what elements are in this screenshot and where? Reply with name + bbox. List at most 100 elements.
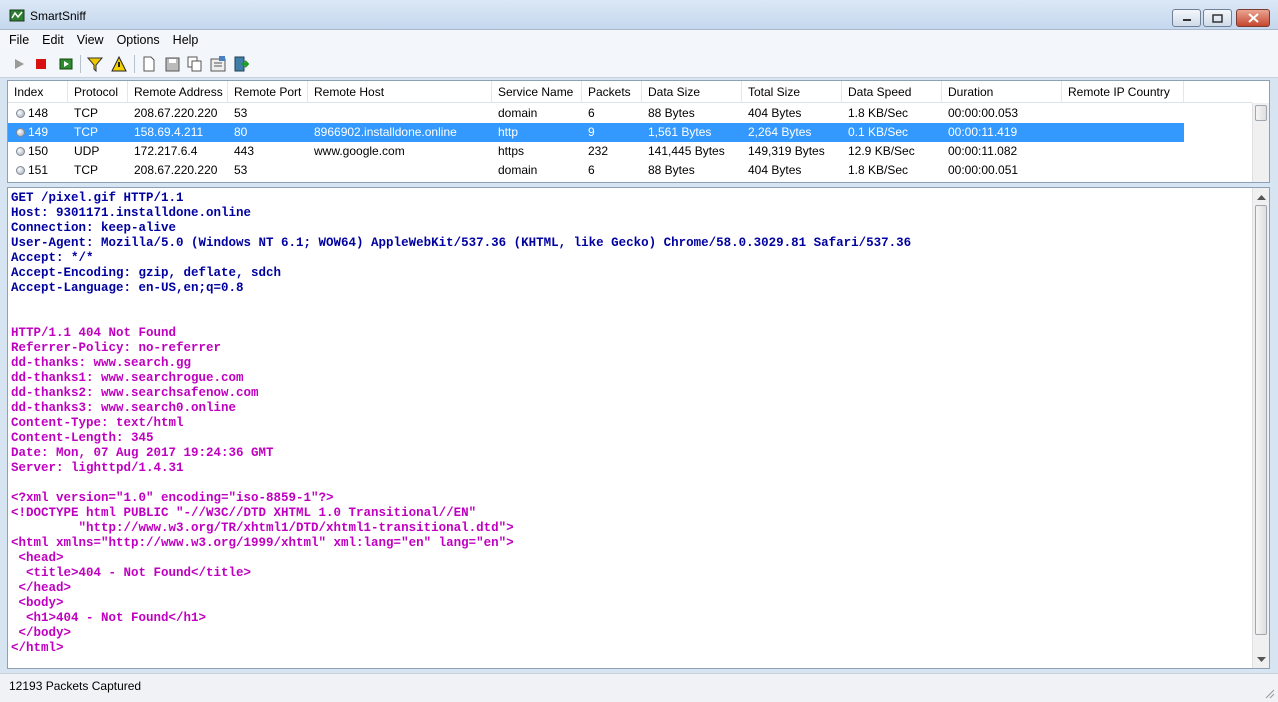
filter-icon[interactable] bbox=[86, 55, 104, 73]
cell-packets: 9 bbox=[588, 125, 595, 139]
request-line: Accept: */* bbox=[11, 251, 94, 265]
column-total-size[interactable]: Total Size bbox=[742, 81, 842, 103]
cell-packets: 232 bbox=[588, 144, 609, 158]
column-service-name[interactable]: Service Name bbox=[492, 81, 582, 103]
cell-data-size: 141,445 Bytes bbox=[648, 144, 725, 158]
request-line: Accept-Encoding: gzip, deflate, sdch bbox=[11, 266, 282, 280]
response-line: Content-Length: 345 bbox=[11, 431, 154, 445]
cell-duration: 00:00:00.053 bbox=[948, 106, 1019, 120]
table-row[interactable]: 151 TCP 208.67.220.220 53 domain 6 88 By… bbox=[8, 161, 1184, 180]
save-icon[interactable] bbox=[163, 55, 181, 73]
column-duration[interactable]: Duration bbox=[942, 81, 1062, 103]
table-row-selected[interactable]: 149 TCP 158.69.4.211 80 8966902.installd… bbox=[8, 123, 1184, 142]
packets-captured-status: 12193 Packets Captured bbox=[9, 679, 142, 693]
toolbar bbox=[0, 50, 1278, 78]
cell-duration: 00:00:00.051 bbox=[948, 163, 1019, 177]
scroll-down-icon[interactable] bbox=[1257, 655, 1266, 664]
column-protocol[interactable]: Protocol bbox=[68, 81, 128, 103]
list-scrollbar[interactable] bbox=[1252, 103, 1269, 182]
cell-protocol: TCP bbox=[74, 106, 98, 120]
scroll-up-icon[interactable] bbox=[1257, 192, 1266, 201]
content-scrollbar-thumb[interactable] bbox=[1255, 205, 1267, 635]
response-line: <html xmlns="http://www.w3.org/1999/xhtm… bbox=[11, 536, 514, 550]
cell-index: 148 bbox=[28, 106, 49, 120]
column-data-speed[interactable]: Data Speed bbox=[842, 81, 942, 103]
response-line: dd-thanks1: www.searchrogue.com bbox=[11, 371, 244, 385]
cell-service-name: http bbox=[498, 125, 519, 139]
cell-remote-address: 172.217.6.4 bbox=[134, 144, 198, 158]
menu-help[interactable]: Help bbox=[173, 33, 199, 47]
response-line: dd-thanks: www.search.gg bbox=[11, 356, 192, 370]
cell-remote-host: www.google.com bbox=[314, 144, 405, 158]
request-line: User-Agent: Mozilla/5.0 (Windows NT 6.1;… bbox=[11, 236, 912, 250]
menu-bar: File Edit View Options Help bbox=[0, 30, 1278, 50]
menu-edit[interactable]: Edit bbox=[42, 33, 64, 47]
menu-file[interactable]: File bbox=[9, 33, 29, 47]
cell-data-speed: 1.8 KB/Sec bbox=[848, 106, 909, 120]
cell-remote-port: 443 bbox=[234, 144, 255, 158]
column-packets[interactable]: Packets bbox=[582, 81, 642, 103]
content-scrollbar[interactable] bbox=[1252, 188, 1269, 668]
packet-list[interactable]: Index Protocol Remote Address Remote Por… bbox=[7, 80, 1270, 183]
cell-protocol: TCP bbox=[74, 125, 98, 139]
close-button[interactable] bbox=[1236, 9, 1270, 27]
cell-packets: 6 bbox=[588, 106, 595, 120]
warning-icon[interactable] bbox=[110, 55, 128, 73]
column-remote-host[interactable]: Remote Host bbox=[308, 81, 492, 103]
response-line: Content-Type: text/html bbox=[11, 416, 184, 430]
table-row[interactable]: 148 TCP 208.67.220.220 53 domain 6 88 By… bbox=[8, 104, 1184, 123]
request-line: Accept-Language: en-US,en;q=0.8 bbox=[11, 281, 244, 295]
cell-remote-address: 208.67.220.220 bbox=[134, 163, 218, 177]
request-line: GET /pixel.gif HTTP/1.1 bbox=[11, 191, 184, 205]
stop-icon[interactable] bbox=[32, 55, 50, 73]
response-line: Referrer-Policy: no-referrer bbox=[11, 341, 222, 355]
response-line: "http://www.w3.org/TR/xhtml1/DTD/xhtml1-… bbox=[11, 521, 514, 535]
copy-icon[interactable] bbox=[186, 55, 204, 73]
response-line: dd-thanks3: www.search0.online bbox=[11, 401, 237, 415]
exit-icon[interactable] bbox=[232, 55, 250, 73]
cell-total-size: 404 Bytes bbox=[748, 163, 802, 177]
column-data-size[interactable]: Data Size bbox=[642, 81, 742, 103]
cell-protocol: TCP bbox=[74, 163, 98, 177]
response-line: </head> bbox=[11, 581, 72, 595]
cell-index: 149 bbox=[28, 125, 49, 139]
menu-options[interactable]: Options bbox=[117, 33, 160, 47]
column-index[interactable]: Index bbox=[8, 81, 68, 103]
list-scrollbar-thumb[interactable] bbox=[1255, 105, 1267, 121]
cell-protocol: UDP bbox=[74, 144, 100, 158]
cell-duration: 00:00:11.082 bbox=[948, 144, 1018, 158]
column-remote-ip-country[interactable]: Remote IP Country bbox=[1062, 81, 1184, 103]
play-icon[interactable] bbox=[10, 55, 28, 73]
cell-index: 150 bbox=[28, 144, 49, 158]
cell-total-size: 404 Bytes bbox=[748, 106, 802, 120]
cell-packets: 6 bbox=[588, 163, 595, 177]
start-capture-icon[interactable] bbox=[57, 55, 75, 73]
stream-content-pane[interactable]: GET /pixel.gif HTTP/1.1 Host: 9301171.ins… bbox=[7, 187, 1270, 669]
stream-text: GET /pixel.gif HTTP/1.1 Host: 9301171.ins… bbox=[11, 191, 1249, 656]
response-line: HTTP/1.1 404 Not Found bbox=[11, 326, 177, 340]
cell-remote-host bbox=[308, 161, 492, 180]
resize-grip-icon[interactable] bbox=[1263, 687, 1275, 699]
column-remote-address[interactable]: Remote Address bbox=[128, 81, 228, 103]
cell-data-speed: 12.9 KB/Sec bbox=[848, 144, 915, 158]
table-row[interactable]: 150 UDP 172.217.6.4 443 www.google.com h… bbox=[8, 142, 1184, 161]
cell-service-name: domain bbox=[498, 163, 538, 177]
menu-view[interactable]: View bbox=[77, 33, 104, 47]
response-line: </html> bbox=[11, 641, 64, 655]
column-remote-port[interactable]: Remote Port bbox=[228, 81, 308, 103]
properties-icon[interactable] bbox=[209, 55, 227, 73]
response-line: dd-thanks2: www.searchsafenow.com bbox=[11, 386, 259, 400]
response-line: <!DOCTYPE html PUBLIC "-//W3C//DTD XHTML… bbox=[11, 506, 477, 520]
cell-remote-ip-country bbox=[1062, 123, 1184, 142]
maximize-button[interactable] bbox=[1203, 9, 1232, 27]
cell-service-name: https bbox=[498, 144, 525, 158]
new-file-icon[interactable] bbox=[140, 55, 158, 73]
cell-data-size: 88 Bytes bbox=[648, 106, 695, 120]
cell-remote-ip-country bbox=[1062, 161, 1184, 180]
window-title: SmartSniff bbox=[30, 9, 86, 23]
minimize-button[interactable] bbox=[1172, 9, 1201, 27]
cell-data-speed: 1.8 KB/Sec bbox=[848, 163, 909, 177]
cell-remote-address: 208.67.220.220 bbox=[134, 106, 218, 120]
response-line: Server: lighttpd/1.4.31 bbox=[11, 461, 184, 475]
